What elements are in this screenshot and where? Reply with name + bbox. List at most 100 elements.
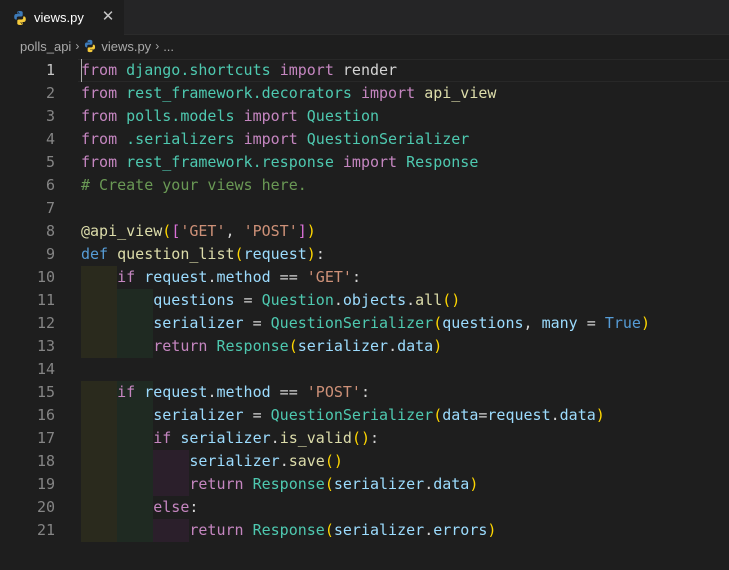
line-number: 8 [45, 222, 55, 240]
code-line[interactable]: 20 else: [0, 496, 729, 519]
breadcrumb-more[interactable]: ... [163, 39, 174, 54]
code-token: from [81, 84, 118, 102]
code-token: . [388, 337, 398, 355]
code-text: serializer = QuestionSerializer(data=req… [81, 404, 605, 427]
code-line[interactable]: 11 questions = Question.objects.all() [0, 289, 729, 312]
code-token: True [604, 314, 641, 332]
code-token: return [189, 521, 244, 539]
close-icon[interactable]: ✕ [100, 9, 116, 25]
code-token: from [81, 153, 118, 171]
python-icon [85, 39, 96, 53]
code-token: ( [288, 337, 298, 355]
code-line[interactable]: 2 from rest_framework.decorators import a… [0, 82, 729, 105]
code-token: return [153, 337, 208, 355]
code-token: from [81, 61, 118, 79]
code-line[interactable]: 6 # Create your views here. [0, 174, 729, 197]
code-line[interactable]: 19 return Response(serializer.data) [0, 473, 729, 496]
line-number: 15 [36, 383, 55, 401]
code-token: django.shortcuts [126, 61, 271, 79]
code-token: serializer [333, 521, 425, 539]
line-number: 18 [36, 452, 55, 470]
line-number: 21 [36, 521, 55, 539]
code-text: return Response(serializer.errors) [81, 519, 496, 542]
code-token: ) [306, 222, 316, 240]
code-line[interactable]: 7 [0, 197, 729, 220]
code-text: serializer = QuestionSerializer(question… [81, 312, 650, 335]
code-token: import [342, 153, 398, 171]
code-editor[interactable]: 1 from django.shortcuts import render 2 fro… [0, 57, 729, 570]
code-line[interactable]: 16 serializer = QuestionSerializer(data=… [0, 404, 729, 427]
code-token: 'POST' [306, 383, 361, 401]
code-line[interactable]: 12 serializer = QuestionSerializer(quest… [0, 312, 729, 335]
code-line[interactable]: 3 from polls.models import Question [0, 105, 729, 128]
code-line[interactable]: 15 if request.method == 'POST': [0, 381, 729, 404]
python-icon [14, 10, 26, 25]
code-token: rest_framework.response [126, 153, 334, 171]
line-number: 14 [36, 360, 55, 378]
code-line[interactable]: 17 if serializer.is_valid(): [0, 427, 729, 450]
code-line[interactable]: 8 @api_view(['GET', 'POST']) [0, 220, 729, 243]
code-token: from [81, 130, 118, 148]
breadcrumb-file[interactable]: views.py [101, 39, 151, 54]
code-token: return [189, 475, 244, 493]
line-number: 11 [36, 291, 55, 309]
code-line[interactable]: 13 return Response(serializer.data) [0, 335, 729, 358]
code-token: ] [297, 222, 307, 240]
code-token: 'GET' [306, 268, 352, 286]
code-token: . [424, 475, 434, 493]
code-token: serializer [153, 314, 244, 332]
code-token: many [541, 314, 578, 332]
line-number: 2 [45, 84, 55, 102]
code-line[interactable]: 10 if request.method == 'GET': [0, 266, 729, 289]
code-token: ( [162, 222, 172, 240]
code-line[interactable]: 4 from .serializers import QuestionSerial… [0, 128, 729, 151]
tab-views-py[interactable]: views.py ✕ [0, 0, 124, 35]
breadcrumb-folder[interactable]: polls_api [20, 39, 71, 54]
code-token: = [577, 314, 605, 332]
code-token: save [288, 452, 325, 470]
line-number: 5 [45, 153, 55, 171]
code-token: : [315, 245, 325, 263]
code-token: questions [153, 291, 235, 309]
code-token: api_view [424, 84, 497, 102]
code-token: def [81, 245, 109, 263]
code-token: QuestionSerializer [270, 406, 434, 424]
code-token: all [415, 291, 443, 309]
code-line[interactable]: 21 return Response(serializer.errors) [0, 519, 729, 542]
breadcrumb: polls_api › views.py › ... [0, 35, 729, 57]
code-token: Response [252, 475, 325, 493]
code-token: # Create your views here. [81, 176, 307, 194]
code-token: data [559, 406, 596, 424]
code-token: from [81, 107, 118, 125]
code-token: () [442, 291, 461, 309]
code-token: ) [469, 475, 479, 493]
line-number: 6 [45, 176, 55, 194]
code-token: serializer [189, 452, 280, 470]
code-line[interactable]: 14 [0, 358, 729, 381]
code-token: () [351, 429, 370, 447]
code-token: . [279, 452, 289, 470]
code-token: 'POST' [243, 222, 298, 240]
code-line[interactable]: 1 from django.shortcuts import render [0, 59, 729, 82]
code-token: ) [595, 406, 605, 424]
code-token: serializer [180, 429, 271, 447]
code-line[interactable]: 9 def question_list(request): [0, 243, 729, 266]
code-token: : [360, 383, 370, 401]
code-token: import [243, 130, 298, 148]
code-line[interactable]: 5 from rest_framework.response import Res… [0, 151, 729, 174]
code-line[interactable]: 18 serializer.save() [0, 450, 729, 473]
code-text: questions = Question.objects.all() [81, 289, 460, 312]
